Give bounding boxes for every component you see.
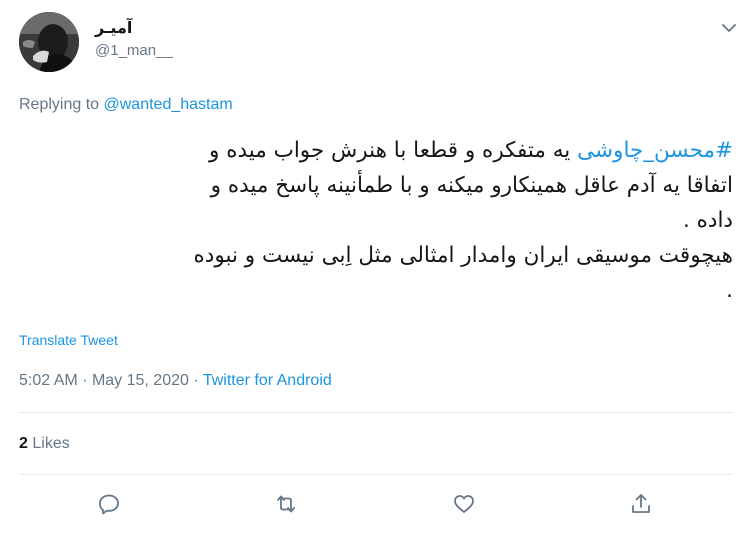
tweet-line-3: داده .	[682, 208, 733, 233]
tweet-line-1: #محسن_چاوشی یه متفکره و قطعا با هنرش جوا…	[19, 133, 733, 168]
hashtag-link[interactable]: #محسن_چاوشی	[577, 138, 733, 163]
chevron-down-icon[interactable]	[719, 18, 739, 38]
tweet-line-1-text: یه متفکره و قطعا با هنرش جواب میده و	[208, 138, 578, 163]
tweet-date[interactable]: May 15, 2020	[92, 372, 189, 389]
replying-to: Replying to @wanted_hastam	[19, 95, 233, 115]
tweet-source-link[interactable]: Twitter for Android	[203, 372, 332, 389]
share-icon[interactable]	[627, 490, 655, 518]
translate-tweet-link[interactable]: Translate Tweet	[19, 331, 118, 349]
reply-icon[interactable]	[95, 490, 123, 518]
user-names: آمیـر @1_man__	[95, 18, 173, 61]
avatar-image	[19, 12, 79, 72]
divider	[19, 412, 733, 413]
tweet-time[interactable]: 5:02 AM	[19, 372, 78, 389]
meta-separator: ·	[82, 372, 88, 389]
tweet-header: آمیـر @1_man__	[19, 12, 739, 76]
likes-count: 2	[19, 435, 28, 452]
meta-separator-2: ·	[193, 372, 199, 389]
likes-label: Likes	[32, 435, 70, 452]
likes-stat[interactable]: 2 Likes	[19, 434, 70, 454]
retweet-icon[interactable]	[272, 490, 300, 518]
tweet-meta: 5:02 AM · May 15, 2020 · Twitter for And…	[19, 371, 332, 391]
reply-target-link[interactable]: @wanted_hastam	[104, 96, 233, 113]
user-handle[interactable]: @1_man__	[95, 41, 173, 61]
tweet-text: #محسن_چاوشی یه متفکره و قطعا با هنرش جوا…	[19, 133, 733, 308]
tweet-actions	[0, 490, 748, 518]
replying-to-label: Replying to	[19, 96, 100, 113]
divider	[19, 474, 733, 475]
display-name[interactable]: آمیـر	[95, 18, 173, 40]
avatar[interactable]	[19, 12, 79, 72]
tweet-line-2: اتفاقا یه آدم عاقل همینکارو میکنه و با ط…	[210, 173, 733, 198]
heart-icon[interactable]	[450, 490, 478, 518]
tweet-line-4: هیچوقت موسیقی ایران وامدار امثالی مثل اِ…	[193, 243, 733, 268]
tweet-line-5: .	[726, 278, 733, 303]
